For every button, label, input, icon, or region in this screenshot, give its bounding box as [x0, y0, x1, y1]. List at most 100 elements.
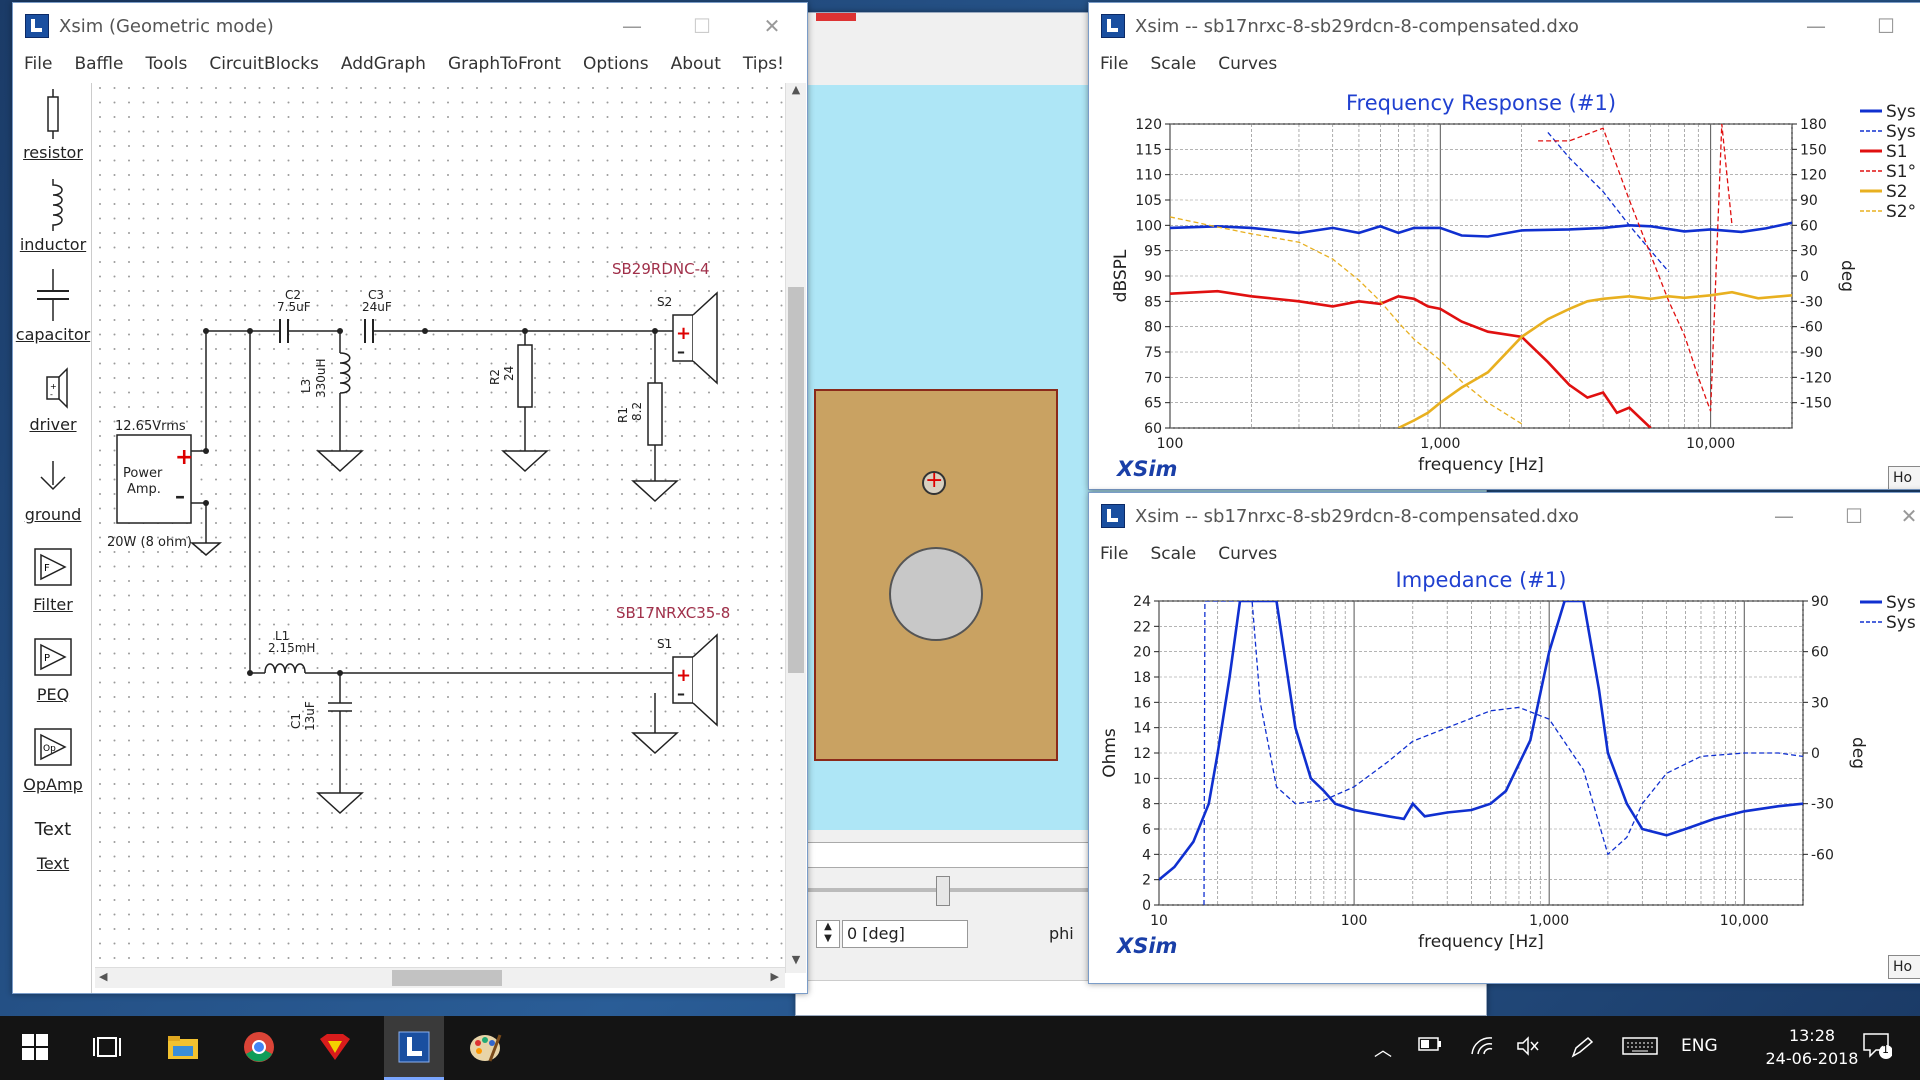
input-language[interactable]: ENG [1681, 1036, 1718, 1056]
keyboard-icon[interactable] [1622, 1036, 1658, 1061]
schematic-canvas[interactable]: + – + – + – C2 7.5uF C3 24uF L3 330uH R2 [95, 83, 785, 973]
tweeter-marker[interactable]: + [922, 468, 946, 495]
vertical-scrollbar[interactable]: ▲ ▼ [785, 83, 806, 973]
scroll-down-icon[interactable]: ▼ [786, 953, 806, 973]
minimize-button[interactable]: — [1749, 493, 1819, 539]
schematic-svg[interactable]: + – + – + – C2 7.5uF C3 24uF L3 330uH R2 [95, 83, 785, 973]
wifi-icon[interactable] [1470, 1036, 1494, 1061]
fr-menu-scale[interactable]: Scale [1139, 54, 1207, 74]
task-view-button[interactable] [84, 1024, 130, 1070]
editor-menu-circuitblocks[interactable]: CircuitBlocks [198, 54, 330, 74]
imp-plot-area[interactable]: 24 22 20 18 16 14 12 10 8 6 4 2 0 90 60 30 0 -30 -60 10 100 1… [1089, 568, 1920, 983]
action-center-button[interactable]: 1 [1862, 1032, 1893, 1065]
legend-entry: S2° [1886, 202, 1916, 222]
imp-titlebar[interactable]: Xsim -- sb17nrxc-8-sb29rdcn-8-compensate… [1089, 493, 1920, 539]
tray-overflow-icon[interactable]: ︿ [1374, 1036, 1392, 1062]
minimize-button[interactable]: — [1781, 3, 1851, 49]
palette-ground[interactable]: ground [15, 457, 91, 524]
chart-title: Frequency Response (#1) [1346, 91, 1616, 115]
maximize-button[interactable]: ☐ [1851, 3, 1920, 49]
editor-menu-baffle[interactable]: Baffle [63, 54, 134, 74]
xsim-brand: XSim [1115, 934, 1177, 958]
fr-plot-area[interactable]: 120 115 110 105 100 95 90 85 80 75 70 65 60 180 150 120… [1089, 81, 1920, 489]
fr-titlebar[interactable]: Xsim -- sb17nrxc-8-sb29rdcn-8-compensate… [1089, 3, 1920, 49]
vertical-scroll-thumb[interactable] [788, 287, 804, 673]
schematic-menubar: File Baffle Tools CircuitBlocks AddGraph Grap… [13, 49, 807, 79]
schematic-titlebar[interactable]: Xsim (Geometric mode) — ☐ ✕ [13, 3, 807, 49]
editor-menu-about[interactable]: About [660, 54, 732, 74]
x-tick-label: 1,000 [1420, 436, 1460, 452]
y2-tick-label: -30 [1811, 797, 1834, 813]
fr-menu-curves[interactable]: Curves [1207, 54, 1288, 74]
file-explorer-button[interactable] [160, 1024, 206, 1070]
angle-input[interactable]: 0 [deg] [842, 920, 968, 948]
frequency-response-window[interactable]: Xsim -- sb17nrxc-8-sb29rdcn-8-compensate… [1088, 2, 1920, 490]
imp-menu-curves[interactable]: Curves [1207, 544, 1288, 564]
r1-value: 8.2 [630, 402, 644, 421]
palette-capacitor[interactable]: capacitor [15, 269, 91, 344]
svg-text:-: - [50, 390, 53, 399]
editor-menu-addgraph[interactable]: AddGraph [330, 54, 437, 74]
clock[interactable]: 13:28 24-06-2018 [1762, 1026, 1862, 1068]
x-tick-label: 10,000 [1720, 913, 1769, 929]
minimize-button[interactable]: — [597, 3, 667, 49]
inductor-icon [52, 179, 63, 231]
x-tick-label: 1,000 [1529, 913, 1569, 929]
palette-peq[interactable]: P PEQ [15, 635, 91, 704]
xsim-taskbar-button[interactable] [384, 1016, 444, 1080]
editor-menu-tools[interactable]: Tools [134, 54, 198, 74]
angle-slider-thumb[interactable] [936, 876, 950, 906]
palette-text-tool[interactable]: Text Text [15, 819, 91, 873]
palette-driver[interactable]: + - driver [15, 367, 91, 434]
scroll-left-icon[interactable]: ◀ [99, 970, 107, 983]
close-button[interactable]: ✕ [1889, 493, 1920, 539]
y-tick-label: 120 [1135, 117, 1162, 133]
superman-app-button[interactable] [312, 1024, 358, 1070]
driver-icon: +- [46, 367, 68, 409]
r2-value: 24 [502, 366, 516, 381]
volume-muted-icon[interactable] [1516, 1036, 1540, 1061]
imp-menu-file[interactable]: File [1089, 544, 1139, 564]
legend-entry: Sys [1886, 593, 1916, 613]
legend: SysSys [1860, 593, 1916, 633]
palette-inductor[interactable]: inductor [15, 179, 91, 254]
baffle-board[interactable]: + [814, 389, 1058, 761]
woofer-marker[interactable] [889, 547, 983, 641]
y-tick-label: 105 [1135, 193, 1162, 209]
fr-menu-file[interactable]: File [1089, 54, 1139, 74]
y2-tick-label: -30 [1800, 294, 1823, 310]
angle-spinner[interactable]: ▲ ▼ [816, 920, 840, 948]
pen-icon[interactable] [1570, 1036, 1594, 1063]
chrome-button[interactable] [236, 1024, 282, 1070]
horizontal-scrollbar[interactable]: ◀ ▶ [95, 967, 785, 988]
opamp-icon: Op [34, 728, 72, 766]
y-tick-label: 6 [1142, 822, 1151, 838]
legend-entry: S2 [1886, 182, 1908, 202]
paint-app-button[interactable] [462, 1024, 508, 1070]
scroll-right-icon[interactable]: ▶ [771, 970, 779, 983]
svg-text:+: + [676, 323, 691, 344]
frequency-response-chart[interactable]: 120 115 110 105 100 95 90 85 80 75 70 65 60 180 150 120… [1089, 81, 1920, 489]
maximize-button[interactable]: ☐ [1819, 493, 1889, 539]
editor-menu-tips[interactable]: Tips! [732, 54, 795, 74]
battery-icon[interactable] [1418, 1036, 1442, 1057]
close-button[interactable]: ✕ [737, 3, 807, 49]
impedance-chart[interactable]: 2422201816141210864209060300-30-6010 100 1… [1089, 568, 1920, 983]
phi-label: phi [1049, 924, 1074, 943]
editor-menu-options[interactable]: Options [572, 54, 660, 74]
imp-hold-button[interactable]: Ho [1888, 955, 1920, 979]
horizontal-scroll-thumb[interactable] [392, 970, 502, 986]
fr-hold-button[interactable]: Ho [1888, 466, 1920, 489]
editor-menu-graphtofront[interactable]: GraphToFront [437, 54, 572, 74]
palette-filter[interactable]: F Filter [15, 545, 91, 614]
palette-opamp[interactable]: Op OpAmp [15, 725, 91, 794]
scroll-up-icon[interactable]: ▲ [786, 83, 806, 103]
xsim-brand: XSim [1115, 457, 1177, 481]
maximize-button[interactable]: ☐ [667, 3, 737, 49]
schematic-window[interactable]: Xsim (Geometric mode) — ☐ ✕ File Baffle To… [12, 2, 808, 994]
imp-menu-scale[interactable]: Scale [1139, 544, 1207, 564]
editor-menu-file[interactable]: File [13, 54, 63, 74]
impedance-window[interactable]: Xsim -- sb17nrxc-8-sb29rdcn-8-compensate… [1088, 492, 1920, 984]
palette-resistor[interactable]: resistor [15, 89, 91, 162]
start-button[interactable] [12, 1024, 58, 1070]
